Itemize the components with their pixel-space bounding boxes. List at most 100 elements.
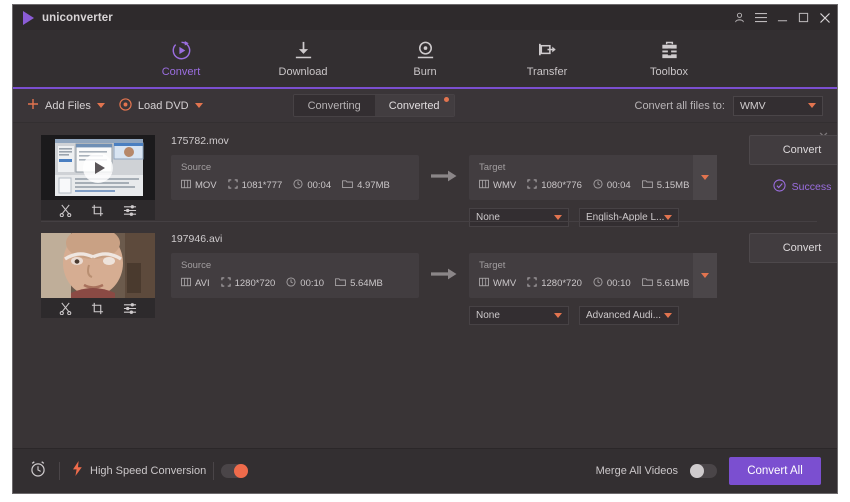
bottom-bar: High Speed Conversion Merge All Videos C… — [13, 448, 837, 493]
target-duration: 00:10 — [593, 277, 631, 290]
target-card: Target WMV 1280*720 — [469, 253, 717, 298]
source-resolution: 1280*720 — [221, 277, 276, 290]
nav-item-convert[interactable]: Convert — [146, 40, 216, 78]
convert-all-format-group: Convert all files to: WMV — [635, 96, 823, 116]
target-format-dropdown[interactable] — [693, 253, 717, 298]
source-size-value: 5.64MB — [350, 278, 383, 289]
file-name: 197946.avi — [171, 233, 717, 246]
source-format-value: AVI — [195, 278, 210, 289]
convert-all-format-select[interactable]: WMV — [733, 96, 823, 116]
film-icon — [181, 277, 191, 290]
account-icon[interactable] — [734, 12, 745, 23]
toolbar: Add Files Load DVD Converting Converted … — [13, 89, 837, 123]
clock-icon — [593, 277, 603, 290]
bottom-right-group: Merge All Videos Convert All — [596, 457, 821, 485]
load-dvd-dropdown-caret[interactable] — [195, 103, 203, 108]
add-files-dropdown-caret[interactable] — [97, 103, 105, 108]
resolution-icon — [527, 179, 537, 192]
screen-recording-thumbnail[interactable] — [41, 135, 155, 200]
nav-item-download[interactable]: Download — [268, 40, 338, 78]
toggle-knob — [234, 464, 248, 478]
source-size-value: 4.97MB — [357, 180, 390, 191]
target-sub-selects: None Advanced Audi... — [469, 306, 717, 325]
nav-item-toolbox[interactable]: Toolbox — [634, 40, 704, 78]
load-dvd-label: Load DVD — [138, 100, 189, 112]
source-format-value: MOV — [195, 180, 217, 191]
nav-label: Toolbox — [650, 66, 688, 78]
convert-all-to-label: Convert all files to: — [635, 100, 725, 112]
target-format-value: WMV — [493, 278, 516, 289]
clock-icon — [286, 277, 296, 290]
target-column: Target WMV 1280*720 — [469, 253, 717, 325]
target-meta-row: WMV 1280*720 00:10 — [479, 277, 687, 290]
thumbnail-image — [41, 233, 155, 298]
crop-icon[interactable] — [91, 302, 104, 315]
nav-item-burn[interactable]: Burn — [390, 40, 460, 78]
merge-toggle[interactable] — [690, 464, 717, 478]
title-bar: uniconverter — [13, 5, 837, 30]
window-controls — [734, 12, 831, 24]
lightning-icon — [72, 461, 83, 481]
status-tabs: Converting Converted — [293, 94, 455, 117]
effect-icon[interactable] — [123, 204, 137, 217]
target-size: 5.15MB — [642, 179, 690, 192]
effect-icon[interactable] — [123, 302, 137, 315]
nav-label: Convert — [162, 66, 201, 78]
target-card: Target WMV 1080*776 — [469, 155, 717, 200]
crop-icon[interactable] — [91, 204, 104, 217]
convert-button[interactable]: Convert — [749, 233, 837, 263]
target-duration-value: 00:04 — [607, 180, 631, 191]
application-window: uniconverter — [12, 4, 838, 494]
play-icon[interactable] — [83, 153, 113, 183]
maximize-button[interactable] — [798, 12, 809, 23]
nav-label: Transfer — [527, 66, 568, 78]
target-column: Target WMV 1080*776 — [469, 155, 717, 227]
tab-converting[interactable]: Converting — [294, 95, 375, 116]
folder-icon — [642, 179, 653, 192]
nav-item-transfer[interactable]: Transfer — [512, 40, 582, 78]
convert-button[interactable]: Convert — [749, 135, 837, 165]
resolution-icon — [228, 179, 238, 192]
film-icon — [181, 179, 191, 192]
file-name: 175782.mov — [171, 135, 717, 148]
clock-icon — [293, 179, 303, 192]
convert-icon — [171, 40, 192, 62]
row-details: 197946.avi Source AVI 1280*720 — [155, 233, 717, 325]
menu-icon[interactable] — [755, 12, 767, 23]
tab-converting-label: Converting — [308, 100, 361, 112]
minimize-button[interactable] — [777, 12, 788, 23]
convert-all-button[interactable]: Convert All — [729, 457, 821, 485]
target-format-value: WMV — [493, 180, 516, 191]
convert-all-format-value: WMV — [740, 100, 808, 112]
film-icon — [479, 277, 489, 290]
target-size: 5.61MB — [642, 277, 690, 290]
folder-icon — [342, 179, 353, 192]
row-panels: Source MOV 1081*777 — [171, 155, 717, 227]
source-title: Source — [181, 260, 409, 271]
portrait-thumbnail[interactable] — [41, 233, 155, 298]
source-duration: 00:04 — [293, 179, 331, 192]
target-resolution-value: 1080*776 — [541, 180, 582, 191]
close-button[interactable] — [819, 12, 831, 24]
folder-icon — [642, 277, 653, 290]
add-files-button[interactable]: Add Files — [27, 98, 91, 113]
source-card: Source MOV 1081*777 — [171, 155, 419, 200]
arrow-right-icon — [431, 267, 457, 286]
audio-track-select[interactable]: Advanced Audi... — [579, 306, 679, 325]
high-speed-toggle[interactable] — [221, 464, 248, 478]
target-format-dropdown[interactable] — [693, 155, 717, 200]
trim-icon[interactable] — [59, 204, 72, 217]
target-title: Target — [479, 162, 687, 173]
tab-converted[interactable]: Converted — [375, 95, 454, 116]
subtitle-select[interactable]: None — [469, 306, 569, 325]
load-dvd-button[interactable]: Load DVD — [119, 98, 189, 114]
alarm-clock-icon[interactable] — [29, 460, 47, 483]
chevron-down-icon — [554, 313, 562, 318]
trim-icon[interactable] — [59, 302, 72, 315]
folder-icon — [335, 277, 346, 290]
table-row: 197946.avi Source AVI 1280*720 — [13, 221, 837, 319]
source-title: Source — [181, 162, 409, 173]
thumbnail-tools — [41, 200, 155, 220]
table-row: 175782.mov Source MOV 1081*777 — [13, 123, 837, 221]
source-meta-row: AVI 1280*720 00:10 — [181, 277, 409, 290]
